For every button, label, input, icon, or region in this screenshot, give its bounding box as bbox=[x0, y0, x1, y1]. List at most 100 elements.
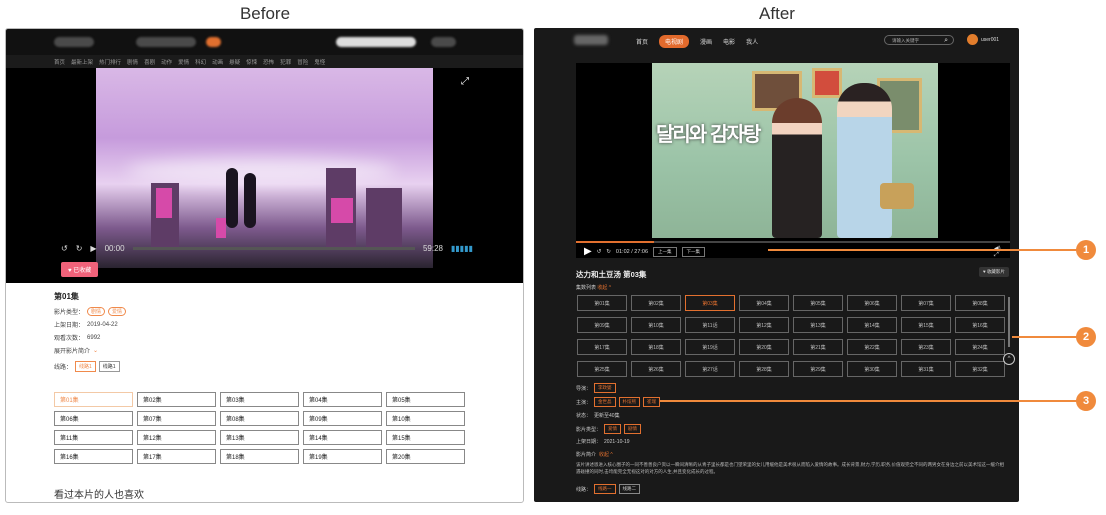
reload-icon[interactable]: ↻ bbox=[76, 244, 83, 253]
nav-item[interactable]: 动画 bbox=[212, 58, 223, 66]
nav-item[interactable]: 冒险 bbox=[297, 58, 308, 66]
search-input[interactable]: 请输入关键字 ⌕ bbox=[884, 35, 954, 45]
episode-button[interactable]: 第20集 bbox=[739, 339, 789, 355]
episode-button[interactable]: 第07集 bbox=[137, 411, 216, 426]
episode-button[interactable]: 第22集 bbox=[847, 339, 897, 355]
episode-button[interactable]: 第13集 bbox=[793, 317, 843, 333]
episode-button[interactable]: 第18集 bbox=[631, 339, 681, 355]
expand-synopsis[interactable]: 展开影片简介 ⌄ bbox=[54, 346, 475, 355]
nav-item[interactable]: 恐怖 bbox=[263, 58, 274, 66]
episode-button[interactable]: 第08集 bbox=[955, 295, 1005, 311]
episode-button[interactable]: 第06集 bbox=[847, 295, 897, 311]
line-button[interactable]: 线路二 bbox=[618, 484, 641, 494]
episode-button[interactable]: 第12集 bbox=[739, 317, 789, 333]
fullscreen-icon[interactable]: ⤢ bbox=[461, 76, 469, 87]
episode-button[interactable]: 第11集 bbox=[54, 430, 133, 445]
episode-button[interactable]: 第16集 bbox=[54, 449, 133, 464]
episode-button[interactable]: 第15集 bbox=[386, 430, 465, 445]
episode-button[interactable]: 第32集 bbox=[955, 361, 1005, 377]
line-button[interactable]: 线路1 bbox=[75, 361, 96, 372]
episode-button[interactable]: 第19集 bbox=[303, 449, 382, 464]
user-menu[interactable]: user001 bbox=[967, 34, 999, 45]
nav-item[interactable]: 鬼怪 bbox=[314, 58, 325, 66]
scrollbar[interactable] bbox=[1008, 297, 1010, 347]
rewind-icon[interactable]: ↺ bbox=[597, 249, 602, 255]
episode-button[interactable]: 第06集 bbox=[54, 411, 133, 426]
next-episode-button[interactable]: 下一集 bbox=[681, 246, 706, 257]
episode-button[interactable]: 第29集 bbox=[793, 361, 843, 377]
episode-button[interactable]: 第05集 bbox=[793, 295, 843, 311]
episode-button[interactable]: 第18集 bbox=[220, 449, 299, 464]
episode-button[interactable]: 第05集 bbox=[386, 392, 465, 407]
nav-item[interactable]: 我人 bbox=[746, 37, 758, 46]
episode-button[interactable]: 第17集 bbox=[577, 339, 627, 355]
genre-tag[interactable]: 剧情 bbox=[87, 307, 106, 316]
episode-button[interactable]: 第31集 bbox=[901, 361, 951, 377]
cast-tag[interactable]: 朴炫熙 bbox=[618, 397, 641, 407]
nav-item[interactable]: 动作 bbox=[161, 58, 172, 66]
synopsis-toggle[interactable]: 收起 ^ bbox=[599, 451, 613, 458]
episode-button[interactable]: 第12集 bbox=[137, 430, 216, 445]
episode-button[interactable]: 第30集 bbox=[847, 361, 897, 377]
episode-button[interactable]: 第17集 bbox=[137, 449, 216, 464]
episode-button[interactable]: 第27话 bbox=[685, 361, 735, 377]
cast-tag[interactable]: 崔瑞 bbox=[643, 397, 661, 407]
forward-icon[interactable]: ↻ bbox=[606, 249, 611, 255]
volume-icon[interactable]: ◀) ⤢ bbox=[994, 245, 1004, 259]
episode-button[interactable]: 第26集 bbox=[631, 361, 681, 377]
nav-item[interactable]: 犯罪 bbox=[280, 58, 291, 66]
episode-button[interactable]: 第13集 bbox=[220, 430, 299, 445]
search-input[interactable] bbox=[336, 37, 416, 47]
nav-item[interactable]: 喜剧 bbox=[144, 58, 155, 66]
video-player[interactable]: ⤢ ↺ ↻ ▶ 00:00 59:28 ▮▮▮▮▮ ♥ 已收藏 bbox=[6, 68, 523, 283]
episode-button[interactable]: 第07集 bbox=[901, 295, 951, 311]
episode-button[interactable]: 第02集 bbox=[137, 392, 216, 407]
rewind-icon[interactable]: ↺ bbox=[61, 244, 68, 253]
nav-item[interactable]: 热门排行 bbox=[99, 58, 121, 66]
type-tag[interactable]: 剧情 bbox=[624, 424, 642, 434]
episode-button[interactable]: 第09集 bbox=[303, 411, 382, 426]
episode-button[interactable]: 第09集 bbox=[577, 317, 627, 333]
line-button[interactable]: 线路1 bbox=[98, 361, 120, 372]
episode-button[interactable]: 第25集 bbox=[577, 361, 627, 377]
nav-item[interactable]: 惊悚 bbox=[246, 58, 257, 66]
episode-button[interactable]: 第20集 bbox=[386, 449, 465, 464]
episode-button[interactable]: 第10集 bbox=[631, 317, 681, 333]
episode-button[interactable]: 第04集 bbox=[303, 392, 382, 407]
episode-button[interactable]: 第16集 bbox=[955, 317, 1005, 333]
episode-button[interactable]: 第03集 bbox=[220, 392, 299, 407]
nav-item[interactable]: 电视剧 bbox=[659, 35, 690, 48]
nav-item[interactable]: 漫画 bbox=[700, 37, 712, 46]
episode-button[interactable]: 第14集 bbox=[303, 430, 382, 445]
nav-item[interactable]: 首页 bbox=[54, 58, 65, 66]
nav-item[interactable]: 电影 bbox=[723, 37, 735, 46]
nav-item[interactable]: 科幻 bbox=[195, 58, 206, 66]
progress-bar[interactable] bbox=[576, 241, 1010, 243]
genre-tag[interactable]: 爱情 bbox=[108, 307, 127, 316]
search-icon[interactable]: ⌕ bbox=[944, 36, 948, 45]
episode-button[interactable]: 第19话 bbox=[685, 339, 735, 355]
type-tag[interactable]: 爱情 bbox=[604, 424, 622, 434]
episode-button[interactable]: 第01集 bbox=[577, 295, 627, 311]
episode-button[interactable]: 第04集 bbox=[739, 295, 789, 311]
episode-button[interactable]: 第10集 bbox=[386, 411, 465, 426]
collapse-toggle[interactable]: 收起 ^ bbox=[597, 285, 611, 291]
episode-button[interactable]: 第15集 bbox=[901, 317, 951, 333]
chevron-up-icon[interactable]: ^ bbox=[1003, 353, 1015, 365]
episode-button[interactable]: 第01集 bbox=[54, 392, 133, 407]
play-icon[interactable]: ▶ bbox=[90, 244, 96, 253]
progress-bar[interactable] bbox=[132, 246, 415, 250]
favorite-button[interactable]: ♥ 已收藏 bbox=[61, 262, 99, 277]
nav-item[interactable]: 悬疑 bbox=[229, 58, 240, 66]
prev-episode-button[interactable]: 上一集 bbox=[653, 246, 677, 257]
episode-button[interactable]: 第14集 bbox=[847, 317, 897, 333]
episode-button[interactable]: 第28集 bbox=[739, 361, 789, 377]
play-icon[interactable]: ▶ bbox=[584, 246, 592, 257]
director-tag[interactable]: 李政燮 bbox=[594, 383, 616, 393]
nav-item[interactable]: 爱情 bbox=[178, 58, 189, 66]
nav-item[interactable]: 最新上架 bbox=[71, 58, 93, 66]
episode-button[interactable]: 第08集 bbox=[220, 411, 299, 426]
line-button[interactable]: 线路一 bbox=[594, 484, 616, 494]
episode-button[interactable]: 第23集 bbox=[901, 339, 951, 355]
video-player[interactable]: 달리와 감자탕 ▶ ↺ ↻ 01:02 / 27:06 上一集 下一集 ◀) ⤢ bbox=[576, 63, 1010, 258]
